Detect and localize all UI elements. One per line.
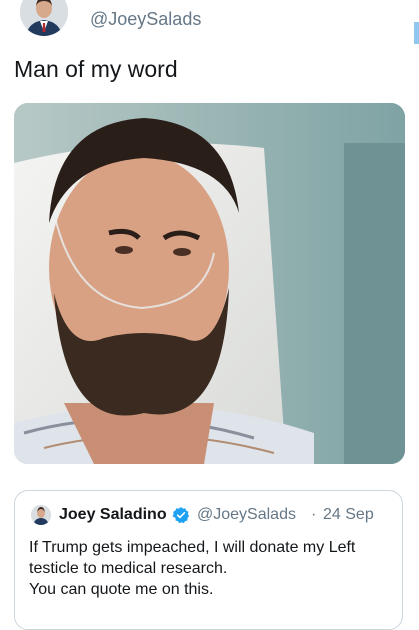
- tweet-photo[interactable]: [14, 103, 405, 464]
- tweet-text: Man of my word: [14, 56, 178, 82]
- tweet-header: @JoeySalads: [0, 0, 419, 44]
- quoted-line: If Trump gets impeached, I will donate m…: [29, 539, 356, 556]
- author-handle[interactable]: @JoeySalads: [90, 9, 201, 30]
- quoted-line: testicle to medical research.: [29, 560, 228, 577]
- verified-badge-icon: [172, 507, 190, 524]
- quoted-tweet-date[interactable]: 24 Sep: [323, 506, 374, 524]
- quoted-author-handle[interactable]: @JoeySalads: [197, 506, 296, 524]
- quoted-line: You can quote me on this.: [29, 581, 214, 598]
- quoted-tweet[interactable]: Joey Saladino @JoeySalads · 24 Sep If Tr…: [14, 490, 403, 630]
- follow-button-edge[interactable]: [414, 22, 419, 44]
- separator-dot: ·: [311, 506, 317, 523]
- quoted-tweet-text: If Trump gets impeached, I will donate m…: [29, 537, 399, 600]
- author-avatar[interactable]: [20, 0, 68, 36]
- quoted-author-avatar[interactable]: [31, 505, 51, 525]
- quoted-author-name[interactable]: Joey Saladino: [59, 506, 167, 524]
